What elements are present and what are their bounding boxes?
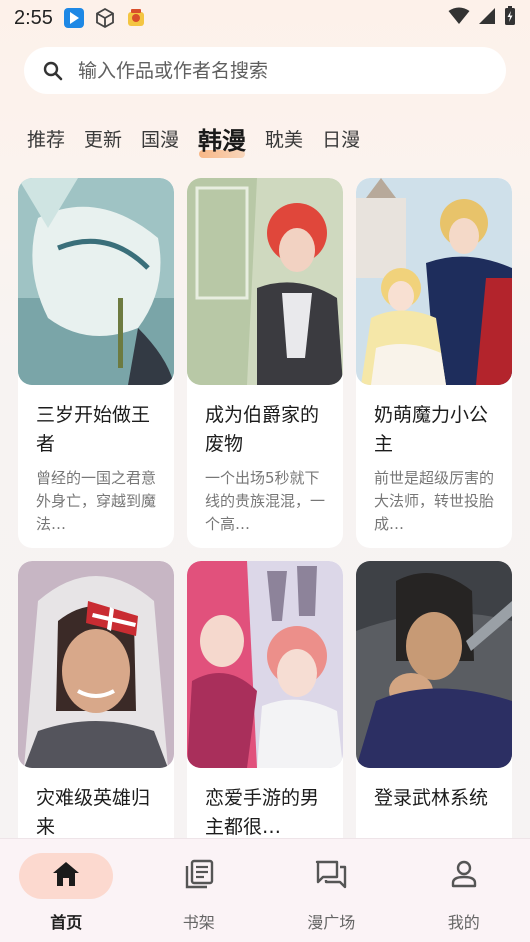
comic-description: 前世是超级厉害的大法师，转世投胎成… xyxy=(374,469,495,533)
status-time: 2:55 xyxy=(14,6,53,29)
battery-charging-icon xyxy=(504,6,516,30)
category-tabs: 推荐 更新 国漫 韩漫 耽美 日漫 xyxy=(27,118,379,158)
comic-title: 奶萌魔力小公主 xyxy=(374,404,489,455)
comic-cover[interactable] xyxy=(187,178,343,385)
nav-bookshelf[interactable]: 书架 xyxy=(133,839,266,942)
comic-cover[interactable] xyxy=(187,561,343,768)
search-icon xyxy=(42,60,64,82)
nav-home[interactable]: 首页 xyxy=(0,839,133,942)
tab-bl[interactable]: 耽美 xyxy=(265,125,303,152)
tab-korean-comics[interactable]: 韩漫 xyxy=(198,121,246,158)
tab-japanese-comics[interactable]: 日漫 xyxy=(322,125,360,152)
home-icon xyxy=(51,860,81,892)
comic-cover[interactable] xyxy=(356,178,512,385)
comic-card[interactable]: 登录武林系统 xyxy=(356,561,512,861)
comic-cover[interactable] xyxy=(18,561,174,768)
comic-card[interactable]: 三岁开始做王者 曾经的一国之君意外身亡，穿越到魔法… xyxy=(18,178,174,548)
tab-recommend[interactable]: 推荐 xyxy=(27,125,65,152)
tab-chinese-comics[interactable]: 国漫 xyxy=(141,125,179,152)
comic-card[interactable]: 恋爱手游的男主都很… xyxy=(187,561,343,861)
comic-card[interactable]: 成为伯爵家的废物 一个出场5秒就下线的贵族混混，一个高… xyxy=(187,178,343,548)
comic-title: 登录武林系统 xyxy=(374,787,489,809)
comic-description: 一个出场5秒就下线的贵族混混，一个高… xyxy=(205,469,326,533)
comic-title: 成为伯爵家的废物 xyxy=(205,404,320,455)
search-bar[interactable] xyxy=(24,47,506,94)
nav-label: 我的 xyxy=(447,913,480,932)
nav-label: 漫广场 xyxy=(307,913,356,932)
comic-cover[interactable] xyxy=(18,178,174,385)
comic-title: 灾难级英雄归来 xyxy=(36,787,151,838)
search-input[interactable] xyxy=(78,59,478,82)
comic-description: 曾经的一国之君意外身亡，穿越到魔法… xyxy=(36,469,157,533)
comic-title: 恋爱手游的男主都很… xyxy=(205,787,320,838)
forum-icon xyxy=(315,859,347,893)
nav-label: 书架 xyxy=(182,913,215,932)
comic-card[interactable]: 奶萌魔力小公主 前世是超级厉害的大法师，转世投胎成… xyxy=(356,178,512,548)
profile-icon xyxy=(450,859,478,893)
comic-card[interactable]: 灾难级英雄归来 xyxy=(18,561,174,861)
bookshelf-icon xyxy=(184,859,214,893)
nav-comic-plaza[interactable]: 漫广场 xyxy=(265,839,398,942)
tab-updates[interactable]: 更新 xyxy=(84,125,122,152)
nav-label: 首页 xyxy=(50,913,83,932)
wifi-icon xyxy=(448,7,470,29)
nav-profile[interactable]: 我的 xyxy=(398,839,530,942)
comic-title: 三岁开始做王者 xyxy=(36,404,151,455)
comic-cover[interactable] xyxy=(356,561,512,768)
status-bar: 2:55 xyxy=(0,0,530,36)
bottom-navigation: 首页 书架 漫广场 我的 xyxy=(0,838,530,942)
cube-icon xyxy=(94,7,116,29)
app-shortcut-icon xyxy=(63,7,85,29)
game-icon xyxy=(125,7,147,29)
signal-icon xyxy=(478,7,496,29)
